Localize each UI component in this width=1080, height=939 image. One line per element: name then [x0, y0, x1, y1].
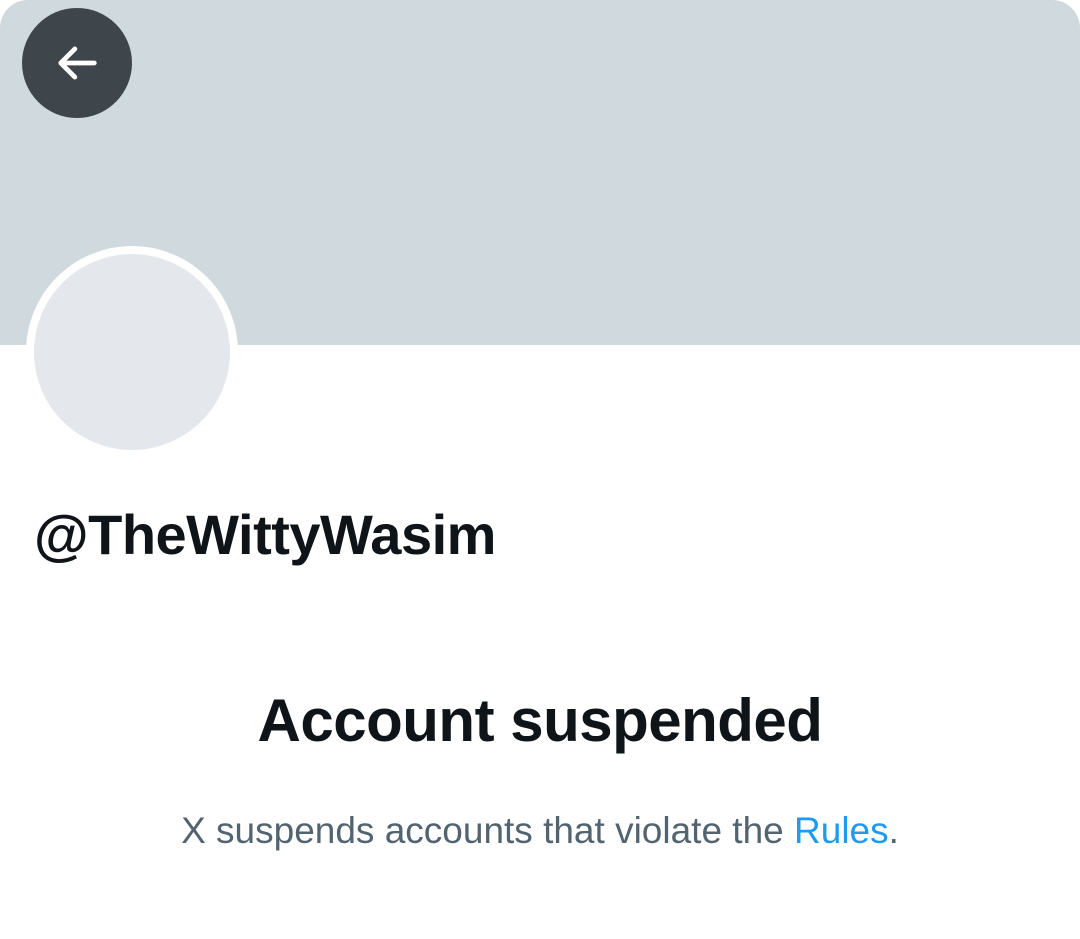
suspended-title: Account suspended [257, 687, 823, 754]
rules-link[interactable]: Rules [794, 810, 889, 851]
suspended-description: X suspends accounts that violate the Rul… [0, 810, 1080, 852]
suspended-description-period: . [888, 810, 899, 851]
profile-handle: @TheWittyWasim [34, 503, 496, 566]
avatar [26, 246, 238, 458]
back-button[interactable] [22, 8, 132, 118]
suspended-description-text: X suspends accounts that violate the [181, 810, 795, 851]
profile-card: @TheWittyWasim Account suspended X suspe… [0, 0, 1080, 939]
back-arrow-icon [58, 46, 97, 80]
